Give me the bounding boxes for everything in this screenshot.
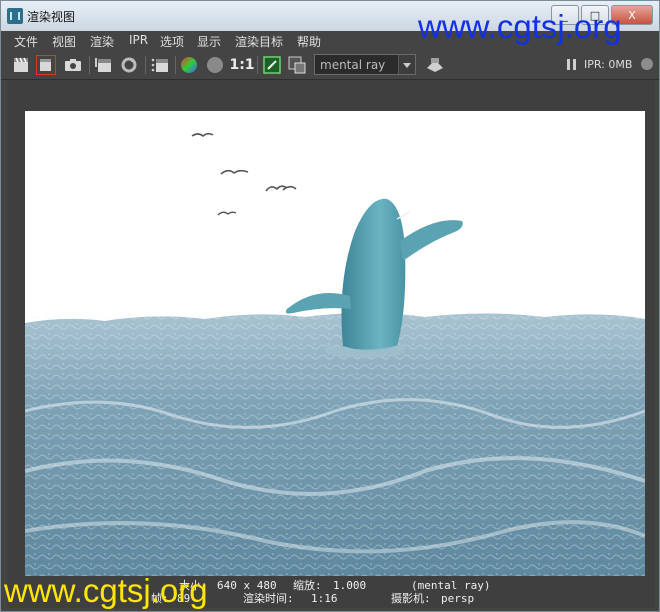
camera-value: persp [441,592,475,605]
menu-view[interactable]: 视图 [52,33,76,50]
rgb-channels-icon[interactable] [179,55,199,75]
toolbar-separator [89,56,90,74]
render-settings-icon[interactable] [425,55,445,75]
alpha-channel-icon[interactable] [205,55,225,75]
window-title: 渲染视图 [27,10,76,24]
renderer-dropdown[interactable]: mental ray [314,54,416,75]
toolbar-separator [175,56,176,74]
ipr-render-icon[interactable] [94,55,114,75]
ipr-memory-label: IPR: 0MB [584,58,633,71]
pause-icon[interactable] [567,59,576,70]
render-view-window: 渲染视图 _ □ X 文件 视图 渲染 IPR 选项 显示 渲染目标 帮助 1:… [0,0,660,612]
size-value: 640 x 480 [217,579,277,592]
maya-app-icon [7,8,23,24]
real-size-button[interactable]: 1:1 [229,55,254,75]
render-status-bar: 大小: 640 x 480 缩放: 1.000 (mental ray) 帧: … [151,579,601,609]
remove-image-icon[interactable] [287,55,307,75]
zoom-value: 1.000 [333,579,367,592]
menu-render-target[interactable]: 渲染目标 [235,33,283,50]
render-sequence-icon[interactable] [150,55,170,75]
menu-display[interactable]: 显示 [197,33,221,50]
zoom-label: 缩放: [293,579,322,592]
render-time-value: 1:16 [311,592,338,605]
whale-ocean-render [25,111,645,576]
chevron-down-icon[interactable] [398,55,415,74]
renderer-status: (mental ray) [411,579,491,592]
camera-label: 摄影机: [391,592,431,605]
watermark-bottom: www.cgtsj.org [4,572,208,609]
toolbar-separator [257,56,258,74]
menu-render[interactable]: 渲染 [90,33,114,50]
menu-ipr[interactable]: IPR [129,33,148,47]
rendered-image [25,111,645,576]
watermark-top: www.cgtsj.org [418,8,622,45]
menu-help[interactable]: 帮助 [297,33,321,50]
renderer-value: mental ray [320,58,386,72]
toolbar-separator [145,56,146,74]
snapshot-icon[interactable] [63,55,83,75]
ipr-status-icon[interactable] [641,58,653,70]
menu-options[interactable]: 选项 [160,33,184,50]
redo-render-icon[interactable] [12,55,32,75]
refresh-icon[interactable] [119,55,139,75]
menu-file[interactable]: 文件 [14,33,38,50]
render-region-icon[interactable] [36,55,56,75]
render-time-label: 渲染时间: [243,592,294,605]
keep-image-icon[interactable] [262,55,282,75]
